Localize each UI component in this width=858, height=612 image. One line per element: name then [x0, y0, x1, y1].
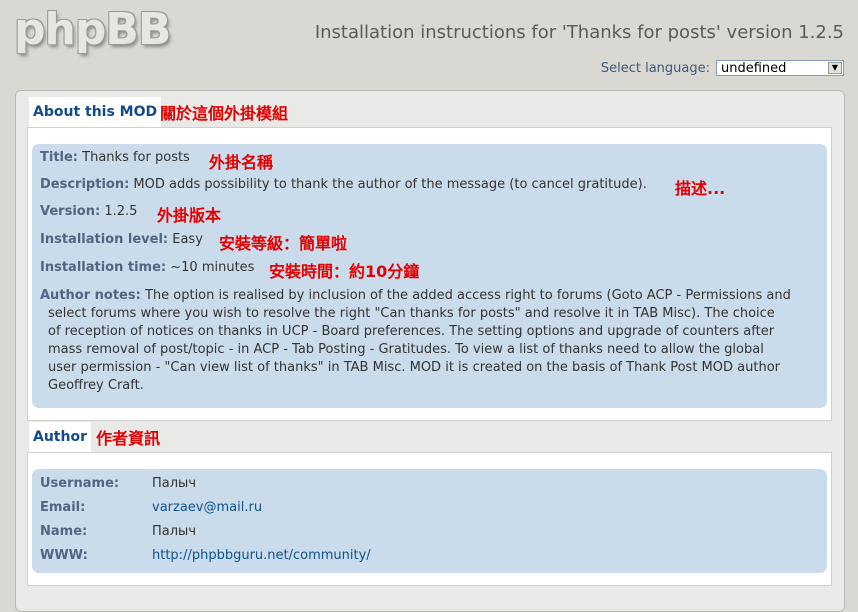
- mod-details-box: Title: Thanks for posts 外掛名稱 Description…: [32, 144, 827, 408]
- language-label: Select language:: [600, 60, 710, 76]
- email-label: Email:: [40, 500, 86, 515]
- username-label: Username:: [40, 476, 120, 491]
- name-label: Name:: [40, 524, 88, 539]
- mod-title-value: Thanks for posts: [82, 150, 190, 165]
- mod-version-label: Version:: [40, 204, 101, 219]
- mod-version-row: Version: 1.2.5: [40, 204, 137, 219]
- username-value: Палыч: [152, 476, 196, 491]
- language-value: undefined: [721, 61, 787, 76]
- www-link[interactable]: http://phpbbguru.net/community/: [152, 548, 371, 563]
- time-annotation: 安裝時間：約10分鐘: [269, 262, 420, 281]
- author-details-box: Username: Палыч Email: varzaev@mail.ru N…: [32, 469, 827, 573]
- author-notes-line5: user permission - "Can view list of than…: [48, 360, 780, 375]
- level-annotation: 安裝等級：簡單啦: [219, 234, 348, 253]
- about-tab-annotation: 關於這個外掛模組: [160, 104, 289, 123]
- email-link[interactable]: varzaev@mail.ru: [152, 500, 262, 515]
- title-annotation: 外掛名稱: [209, 153, 274, 172]
- installation-level-row: Installation level: Easy: [40, 232, 203, 247]
- description-annotation: 描述...: [675, 179, 726, 198]
- mod-description-label: Description:: [40, 177, 130, 192]
- chevron-down-icon[interactable]: ▼: [828, 62, 842, 74]
- content-container: About this MOD 關於這個外掛模組 Title: Thanks fo…: [15, 90, 845, 612]
- author-notes-line4: mass removal of post/topic - in ACP - Ta…: [48, 342, 764, 357]
- mod-title-label: Title:: [40, 150, 79, 165]
- installation-level-label: Installation level:: [40, 232, 169, 247]
- www-label: WWW:: [40, 548, 88, 563]
- author-notes-line6: Geoffrey Craft.: [48, 378, 144, 393]
- author-notes-line3: of reception of notices on thanks in UCP…: [48, 324, 775, 339]
- mod-description-value: MOD adds possibility to thank the author…: [133, 177, 647, 192]
- author-notes-text: The option is realised by inclusion of t…: [144, 288, 791, 303]
- installation-time-label: Installation time:: [40, 260, 167, 275]
- tab-author[interactable]: Author: [29, 422, 91, 452]
- mod-title-row: Title: Thanks for posts: [40, 150, 190, 165]
- installation-level-value: Easy: [172, 232, 203, 247]
- version-annotation: 外掛版本: [157, 206, 222, 225]
- about-panel: Title: Thanks for posts 外掛名稱 Description…: [27, 127, 832, 421]
- author-notes-label: Author notes:: [40, 288, 141, 303]
- phpbb-logo: phpBB: [14, 4, 171, 55]
- mod-version-value: 1.2.5: [104, 204, 138, 219]
- mod-description-row: Description: MOD adds possibility to tha…: [40, 177, 647, 192]
- installation-time-row: Installation time: ~10 minutes: [40, 260, 254, 275]
- installation-time-value: ~10 minutes: [170, 260, 255, 275]
- tab-about-mod[interactable]: About this MOD: [29, 97, 162, 127]
- language-selector: Select language: undefined ▼: [601, 60, 844, 76]
- page-title: Installation instructions for 'Thanks fo…: [314, 22, 844, 43]
- author-notes-line2: select forums where you wish to resolve …: [48, 306, 775, 321]
- author-panel: Username: Палыч Email: varzaev@mail.ru N…: [27, 452, 832, 586]
- name-value: Палыч: [152, 524, 196, 539]
- author-notes-line1: Author notes: The option is realised by …: [40, 287, 791, 305]
- language-select[interactable]: undefined ▼: [716, 60, 844, 76]
- author-tab-annotation: 作者資訊: [96, 429, 161, 448]
